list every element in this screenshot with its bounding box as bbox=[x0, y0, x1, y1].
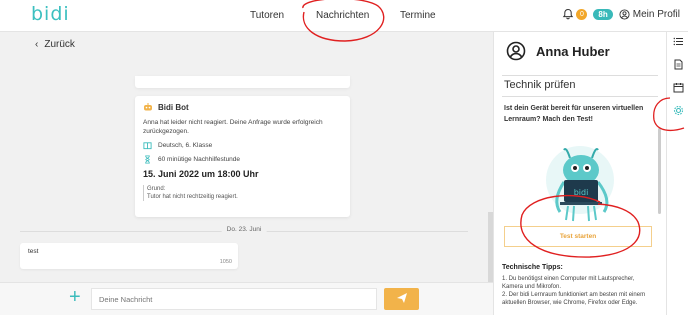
date-separator: Do. 23. Juni bbox=[20, 226, 468, 236]
profile-link[interactable]: Mein Profil bbox=[619, 9, 680, 20]
calendar-icon[interactable] bbox=[673, 82, 684, 93]
reason-label: Grund: bbox=[147, 186, 166, 192]
reason-block: Grund: Tutor hat nicht rechtzeitig reagi… bbox=[143, 185, 342, 201]
tips-title: Technische Tipps: bbox=[502, 264, 563, 271]
subject-row: Deutsch, 6. Klasse bbox=[143, 141, 342, 150]
plus-icon[interactable]: + bbox=[69, 286, 81, 309]
tips-list: 1. Du benötigst einen Computer mit Lauts… bbox=[502, 275, 652, 307]
illustration-logo: bidi bbox=[574, 188, 589, 197]
nav-tutoren[interactable]: Tutoren bbox=[250, 10, 284, 21]
tip-item: 1. Du benötigst einen Computer mit Lauts… bbox=[502, 276, 635, 290]
send-button[interactable] bbox=[384, 288, 419, 310]
bell-icon[interactable] bbox=[562, 8, 574, 20]
back-label: Zurück bbox=[44, 39, 75, 50]
monster-laptop-illustration: bidi bbox=[546, 146, 614, 222]
nav-nachrichten[interactable]: Nachrichten bbox=[316, 10, 369, 21]
bot-icon bbox=[144, 103, 152, 111]
document-icon[interactable] bbox=[673, 59, 684, 70]
gear-icon[interactable] bbox=[673, 105, 684, 116]
panel-scrollbar[interactable] bbox=[658, 128, 661, 214]
previous-message-card bbox=[135, 76, 350, 88]
bidi-logo[interactable]: bidi bbox=[31, 3, 70, 25]
duration-text: 60 minütige Nachhilfestunde bbox=[158, 156, 241, 163]
tech-question: Ist dein Gerät bereit für unseren virtue… bbox=[504, 105, 644, 123]
message-text: test bbox=[28, 248, 39, 255]
message-time: 1050 bbox=[219, 259, 232, 265]
send-icon bbox=[396, 292, 407, 303]
user-circle-icon bbox=[619, 8, 630, 20]
user-circle-icon bbox=[506, 41, 526, 61]
nav-termine[interactable]: Termine bbox=[400, 10, 436, 21]
header-status: 0 8h Mein Profil bbox=[562, 8, 680, 20]
panel-icon-rail bbox=[666, 32, 688, 315]
start-test-button[interactable]: Test starten bbox=[504, 226, 652, 247]
tutor-name: Anna Huber bbox=[536, 43, 610, 59]
message-input[interactable] bbox=[91, 288, 377, 310]
duration-row: 60 minütige Nachhilfestunde bbox=[143, 155, 342, 164]
panel-divider bbox=[502, 75, 658, 76]
list-icon[interactable] bbox=[673, 36, 684, 47]
tutor-header: Anna Huber bbox=[506, 41, 610, 61]
hours-badge[interactable]: 8h bbox=[593, 8, 613, 20]
bot-message-text: Anna hat leider nicht reagiert. Deine An… bbox=[143, 119, 323, 135]
bot-message-card: Bidi Bot Anna hat leider nicht reagiert.… bbox=[135, 96, 350, 217]
date-label: Do. 23. Juni bbox=[221, 226, 267, 233]
message-composer: + bbox=[0, 282, 493, 315]
profile-label: Mein Profil bbox=[632, 8, 680, 20]
hourglass-icon bbox=[145, 155, 150, 164]
notification-count: 0 bbox=[576, 8, 588, 20]
lesson-datetime: 15. Juni 2022 um 18:00 Uhr bbox=[143, 169, 259, 179]
side-panel: Anna Huber Technik prüfen Ist dein Gerät… bbox=[493, 32, 666, 315]
bot-sender: Bidi Bot bbox=[143, 102, 342, 112]
reason-text: Tutor hat nicht rechtzeitig reagiert. bbox=[147, 194, 238, 200]
bot-name: Bidi Bot bbox=[158, 102, 189, 112]
panel-divider bbox=[502, 96, 658, 97]
top-navigation: bidi Tutoren Nachrichten Termine 0 8h Me… bbox=[0, 0, 688, 32]
book-icon bbox=[143, 142, 152, 150]
subject-text: Deutsch, 6. Klasse bbox=[158, 142, 213, 149]
tip-item: 2. Der bidi Lernraum funktioniert am bes… bbox=[502, 292, 646, 306]
chevron-left-icon: ‹ bbox=[35, 39, 39, 50]
back-link[interactable]: ‹ Zurück bbox=[35, 39, 75, 50]
chat-message: test 1050 bbox=[20, 243, 238, 269]
section-title: Technik prüfen bbox=[504, 79, 576, 91]
